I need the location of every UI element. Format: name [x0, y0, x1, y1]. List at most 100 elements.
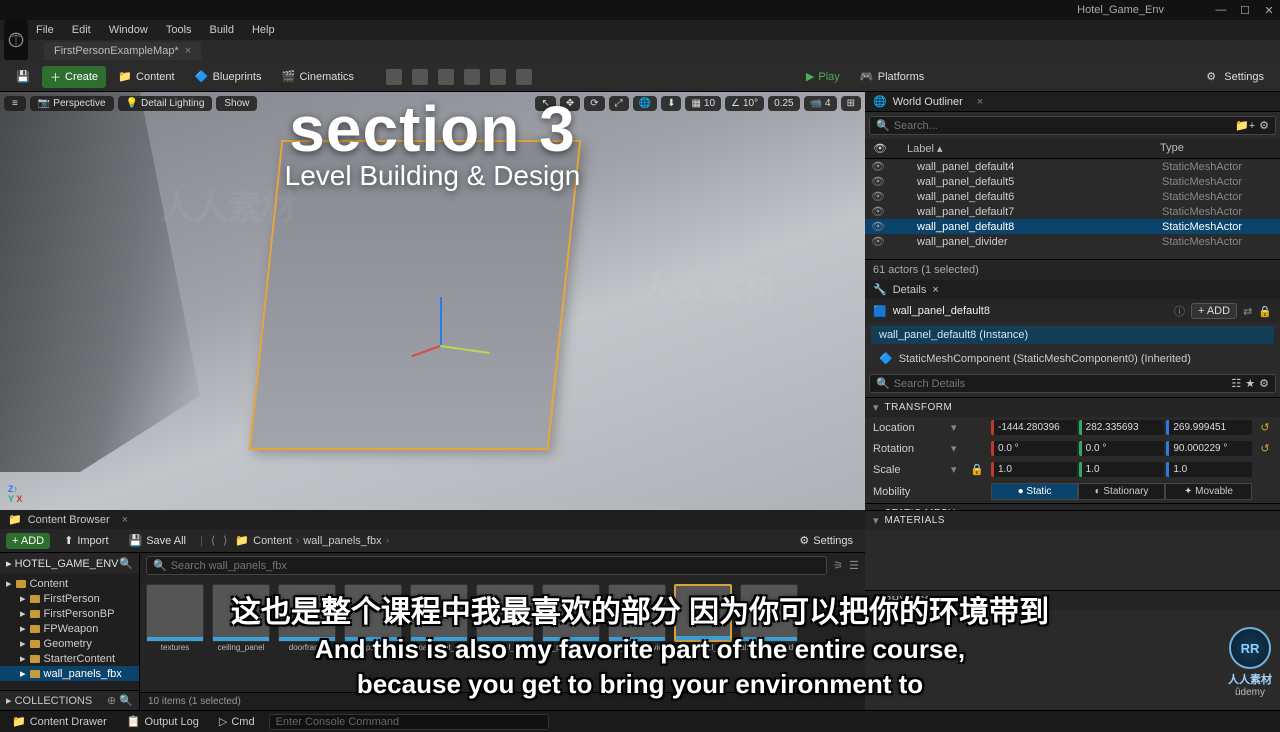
cinematics-button[interactable]: 🎬Cinematics	[273, 67, 361, 87]
menu-help[interactable]: Help	[252, 24, 275, 36]
outliner-settings-icon[interactable]: ⚙	[1259, 119, 1269, 132]
details-search[interactable]: 🔍 ☷ ★ ⚙	[869, 374, 1276, 393]
details-close-icon[interactable]: ×	[932, 284, 938, 296]
favorite-icon[interactable]: ★	[1245, 377, 1255, 390]
maximize-viewport-icon[interactable]: ⊞	[841, 96, 861, 111]
create-button[interactable]: ＋Create	[42, 66, 106, 88]
scale-z[interactable]: 1.0	[1166, 462, 1252, 477]
blueprints-button[interactable]: 🔷Blueprints	[187, 67, 270, 87]
angle-snap[interactable]: ∠10°	[725, 96, 764, 111]
cb-search[interactable]: 🔍	[146, 556, 827, 575]
rotation-y[interactable]: 0.0 °	[1079, 441, 1165, 456]
location-y[interactable]: 282.335693	[1079, 420, 1165, 435]
rotate-tool-icon[interactable]: ⟳	[584, 96, 604, 111]
outliner-row[interactable]: 👁wall_panel_dividerStaticMeshActor	[865, 234, 1280, 249]
tree-item[interactable]: ▸StarterContent	[0, 651, 139, 666]
settings-button[interactable]: ⚙Settings	[1198, 67, 1272, 87]
add-component-button[interactable]: + ADD	[1191, 303, 1237, 319]
type-column[interactable]: Type	[1160, 142, 1272, 155]
filter-icon[interactable]: ☷	[1231, 377, 1241, 390]
tree-item[interactable]: ▸wall_panels_fbx	[0, 666, 139, 681]
outliner-row[interactable]: 👁wall_panel_default5StaticMeshActor	[865, 174, 1280, 189]
outliner-close-icon[interactable]: ×	[977, 96, 983, 108]
tree-item[interactable]: ▸Geometry	[0, 636, 139, 651]
map-tab-close-icon[interactable]: ×	[185, 45, 191, 57]
mobility-movable[interactable]: ✦ Movable	[1165, 483, 1252, 500]
rotation-x[interactable]: 0.0 °	[991, 441, 1077, 456]
menu-file[interactable]: File	[36, 24, 54, 36]
visibility-toggle-icon[interactable]: 👁	[871, 205, 887, 218]
play-button[interactable]: ▶Play	[798, 67, 848, 86]
tree-item[interactable]: ▸Content	[0, 576, 139, 591]
close-icon[interactable]: ✕	[1262, 3, 1276, 17]
history-back-icon[interactable]: ⟨	[211, 534, 215, 547]
maximize-icon[interactable]: ☐	[1238, 3, 1252, 17]
asset-item[interactable]: ceiling_panel	[212, 584, 270, 686]
crumb-content[interactable]: Content	[253, 535, 292, 547]
visibility-column-icon[interactable]: 👁	[873, 142, 889, 155]
cb-settings-button[interactable]: ⚙Settings	[793, 532, 859, 549]
grid-snap[interactable]: ▦10	[685, 96, 721, 111]
visibility-toggle-icon[interactable]: 👁	[871, 190, 887, 203]
label-column[interactable]: Label ▴	[889, 142, 1160, 155]
engine-logo-icon[interactable]	[4, 20, 28, 60]
output-log-button[interactable]: 📋Output Log	[121, 713, 205, 730]
asset-item[interactable]: wall_panel_corner	[476, 584, 534, 686]
asset-item[interactable]: wall_panel_half	[674, 584, 732, 686]
viewport[interactable]: ≡ 📷Perspective 💡Detail Lighting Show ↖ ✥…	[0, 92, 865, 510]
cb-add-button[interactable]: + ADD	[6, 533, 50, 549]
camera-speed[interactable]: 📹4	[804, 96, 837, 111]
add-collection-icon[interactable]: ⊕ 🔍	[107, 694, 133, 707]
outliner-row[interactable]: 👁wall_panel_default6StaticMeshActor	[865, 189, 1280, 204]
outliner-row[interactable]: 👁wall_panel_default7StaticMeshActor	[865, 204, 1280, 219]
select-mode-icon[interactable]	[386, 69, 402, 85]
viewport-menu[interactable]: ≡	[4, 96, 26, 111]
minimize-icon[interactable]: —	[1214, 3, 1228, 17]
transform-section-header[interactable]: ▾TRANSFORM	[865, 398, 1280, 417]
asset-item[interactable]: wall_panel_alt	[344, 584, 402, 686]
asset-item[interactable]: wall_panel_divider	[608, 584, 666, 686]
tree-item[interactable]: ▸FPWeapon	[0, 621, 139, 636]
scale-x[interactable]: 1.0	[991, 462, 1077, 477]
outliner-search-input[interactable]	[894, 120, 1231, 132]
component-row[interactable]: 🔷 StaticMeshComponent (StaticMeshCompone…	[871, 349, 1274, 368]
visibility-toggle-icon[interactable]: 👁	[871, 175, 887, 188]
viewport-perspective[interactable]: 📷Perspective	[30, 96, 114, 111]
save-button[interactable]: 💾	[8, 67, 38, 87]
map-tab[interactable]: FirstPersonExampleMap* ×	[44, 42, 201, 60]
asset-item[interactable]: wall_panel_alt_corner	[410, 584, 468, 686]
mesh-paint-icon[interactable]	[464, 69, 480, 85]
tree-item[interactable]: ▸FirstPerson	[0, 591, 139, 606]
details-search-input[interactable]	[894, 378, 1228, 390]
gizmo-x-axis[interactable]	[440, 345, 490, 354]
physics-section-header[interactable]: ▾PHYSICS	[865, 591, 1280, 610]
viewport-show[interactable]: Show	[216, 96, 257, 111]
crumb-folder[interactable]: wall_panels_fbx	[303, 535, 381, 547]
add-folder-icon[interactable]: 📁+	[1235, 119, 1255, 132]
instance-row[interactable]: wall_panel_default8 (Instance)	[871, 326, 1274, 344]
cb-close-icon[interactable]: ×	[122, 514, 128, 526]
visibility-toggle-icon[interactable]: 👁	[871, 160, 887, 173]
outliner-search[interactable]: 🔍 📁+ ⚙	[869, 116, 1276, 135]
visibility-toggle-icon[interactable]: 👁	[871, 220, 887, 233]
browse-icon[interactable]: ⇄	[1243, 305, 1252, 318]
outliner-row[interactable]: 👁wall_panel_default8StaticMeshActor	[865, 219, 1280, 234]
surface-snap-icon[interactable]: ⬇	[661, 96, 681, 111]
tree-item[interactable]: ▸FirstPersonBP	[0, 606, 139, 621]
search-icon[interactable]: 🔍	[119, 557, 133, 570]
location-z[interactable]: 269.999451	[1166, 420, 1252, 435]
content-button[interactable]: 📁Content	[110, 67, 183, 87]
console-input[interactable]: Enter Console Command	[269, 714, 549, 730]
scale-dropdown[interactable]: ▾	[951, 463, 963, 476]
rotation-z[interactable]: 90.000229 °	[1166, 441, 1252, 456]
scale-snap[interactable]: 0.25	[768, 96, 799, 111]
outliner-row[interactable]: 👁wall_panel_default4StaticMeshActor	[865, 159, 1280, 174]
location-dropdown[interactable]: ▾	[951, 421, 963, 434]
menu-window[interactable]: Window	[109, 24, 148, 36]
cb-import-button[interactable]: ⬆Import	[58, 532, 114, 549]
gizmo-z-axis[interactable]	[440, 297, 442, 347]
location-x[interactable]: -1444.280396	[991, 420, 1077, 435]
details-settings-icon[interactable]: ⚙	[1259, 377, 1269, 390]
viewport-lighting[interactable]: 💡Detail Lighting	[118, 96, 213, 111]
menu-tools[interactable]: Tools	[166, 24, 192, 36]
